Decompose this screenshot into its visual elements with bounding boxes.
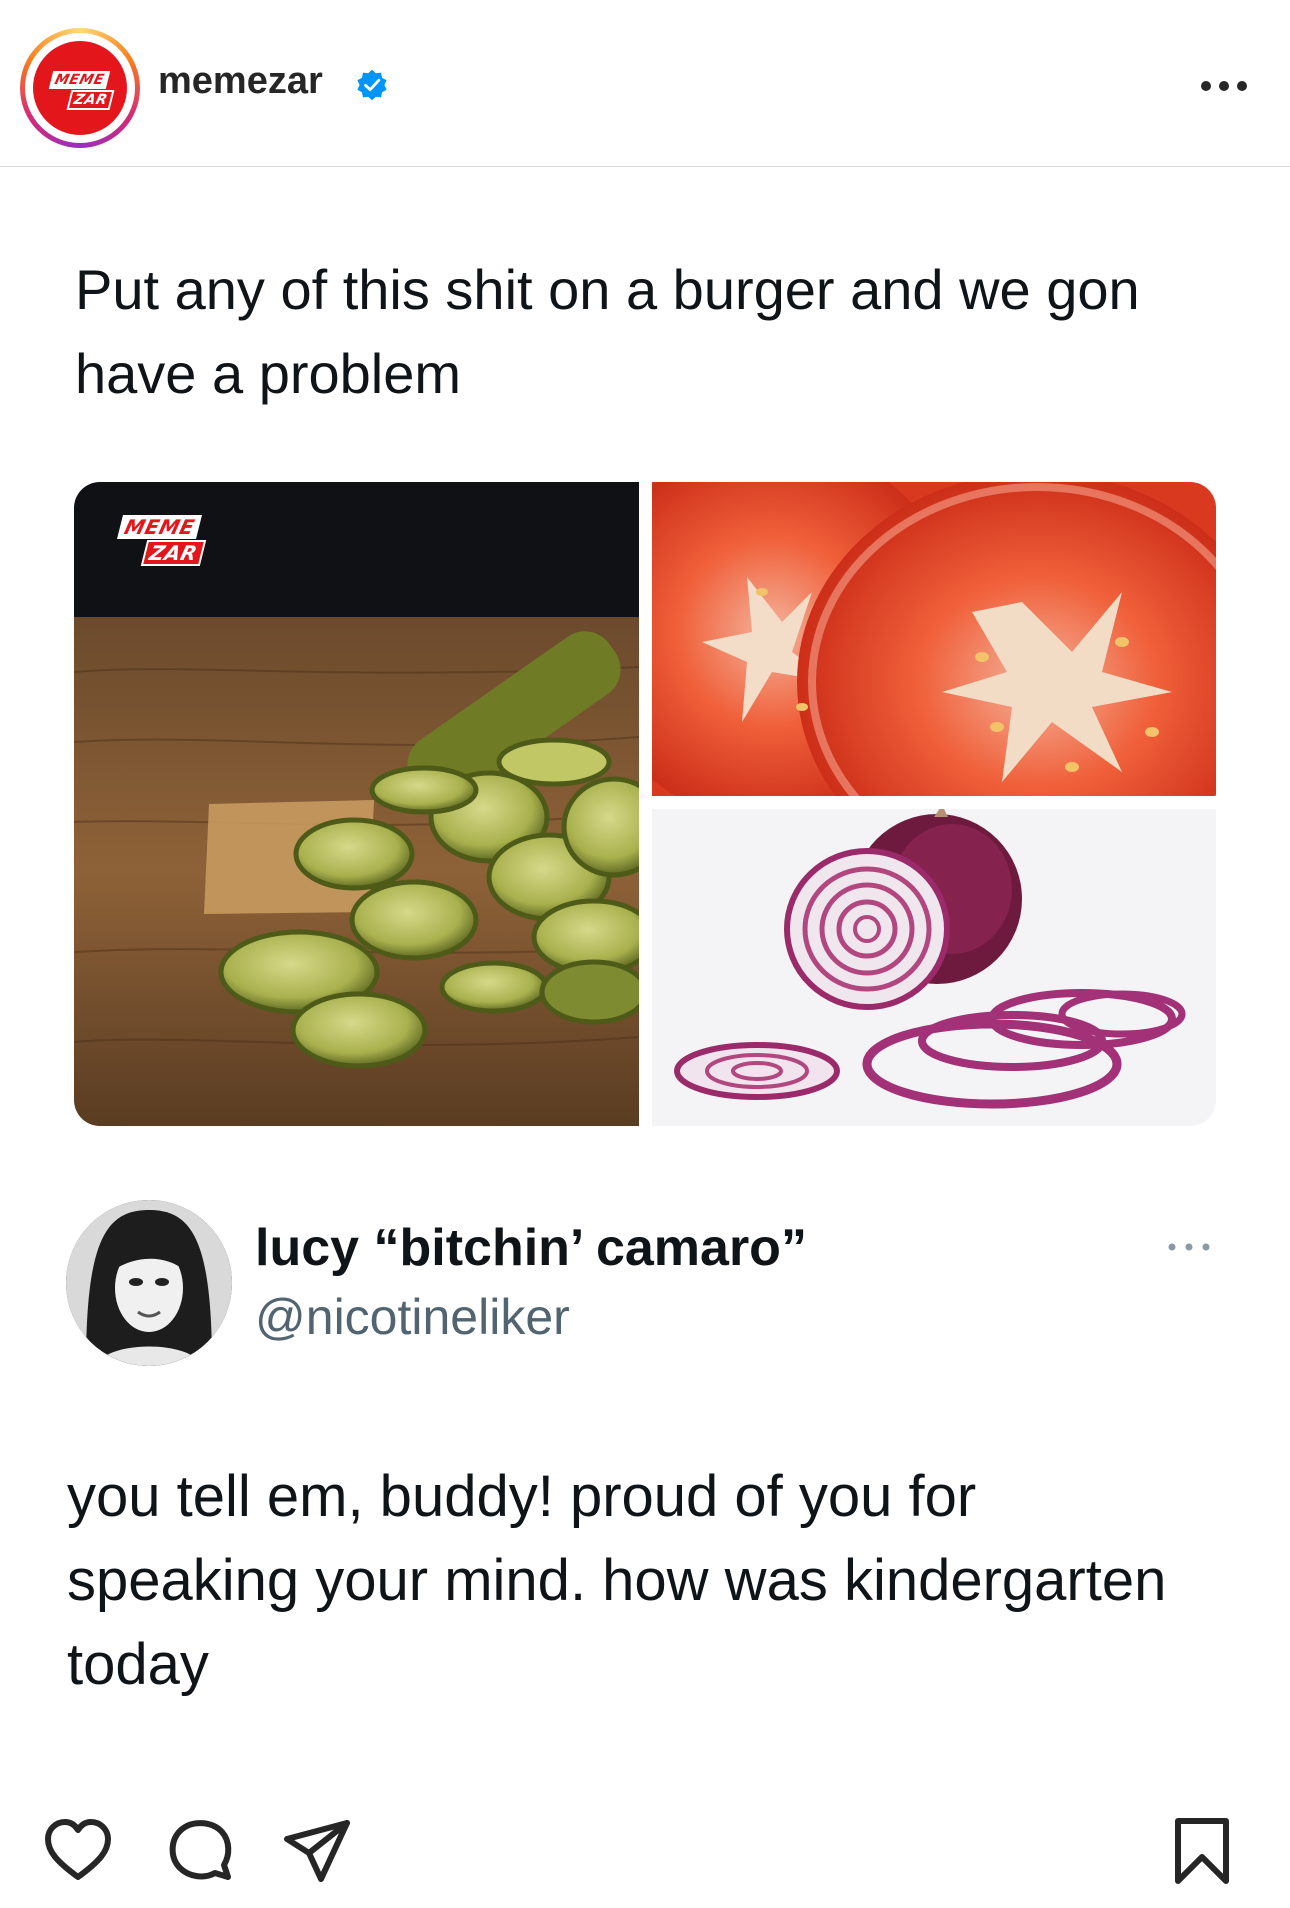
reply-text: you tell em, buddy! proud of you for spe…	[67, 1464, 1167, 1697]
save-button[interactable]	[1166, 1815, 1238, 1887]
red-onion-photo[interactable]	[652, 809, 1216, 1126]
comment-icon	[169, 1820, 232, 1880]
more-options-icon[interactable]	[1198, 72, 1250, 100]
post-header: MEME ZAR memezar	[0, 0, 1290, 167]
watermark-text-meme: MEME	[117, 515, 203, 539]
username-link[interactable]: memezar	[158, 62, 323, 100]
heart-icon	[45, 1819, 111, 1880]
like-button[interactable]	[42, 1815, 114, 1887]
post-text: Put any of this shit on a burger and we …	[75, 258, 1140, 405]
reply-author-handle[interactable]: @nicotineliker	[255, 1292, 570, 1342]
pickles-photo[interactable]: MEME ZAR	[74, 482, 639, 1126]
avatar-border: MEME ZAR	[25, 33, 135, 143]
reply-more-options-icon[interactable]	[1166, 1240, 1212, 1254]
reply-author-name[interactable]: lucy “bitchin’ camaro”	[255, 1222, 807, 1274]
logo-text-zar: ZAR	[66, 90, 115, 110]
memezar-logo: MEME ZAR	[33, 41, 127, 135]
watermark-text-zar: ZAR	[140, 540, 207, 566]
profile-avatar[interactable]: MEME ZAR	[20, 28, 140, 148]
logo-text-meme: MEME	[48, 71, 111, 89]
share-button[interactable]	[281, 1815, 353, 1887]
comment-button[interactable]	[164, 1815, 236, 1887]
verified-badge-icon	[357, 69, 387, 101]
image-collage[interactable]: MEME ZAR	[74, 482, 1216, 1126]
reply-author-avatar[interactable]	[66, 1200, 232, 1366]
tomato-slices-photo[interactable]	[652, 482, 1216, 796]
bookmark-icon	[1175, 1818, 1229, 1884]
share-icon	[284, 1820, 350, 1882]
